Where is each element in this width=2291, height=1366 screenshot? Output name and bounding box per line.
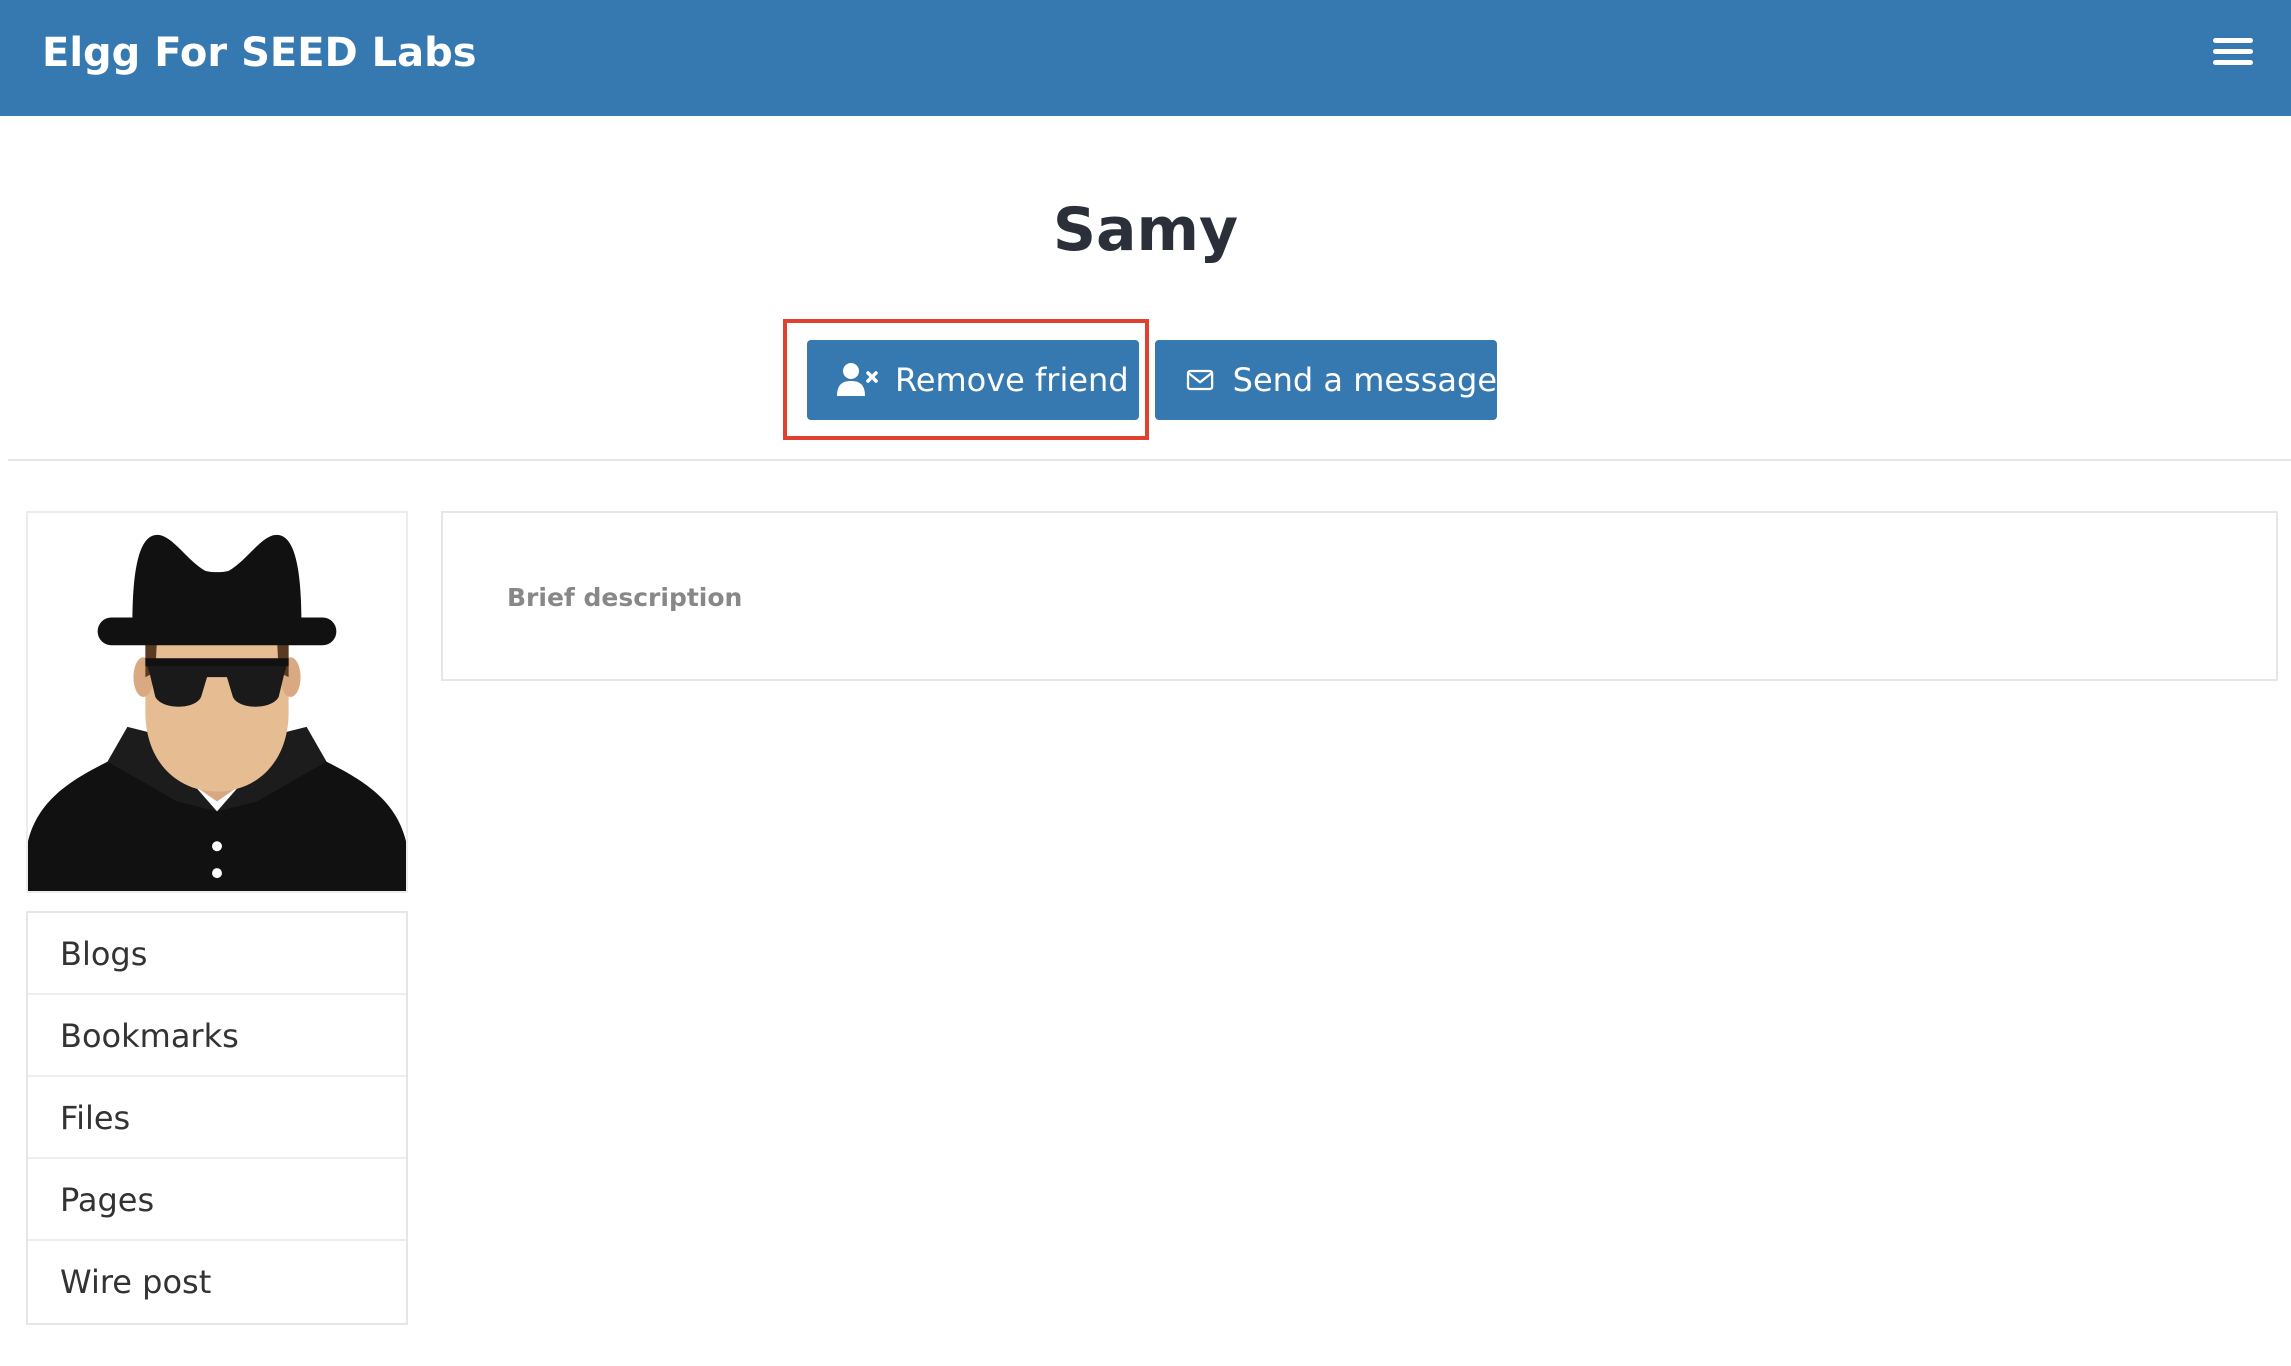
sidebar-item-blogs[interactable]: Blogs xyxy=(28,913,406,995)
profile-avatar[interactable] xyxy=(26,511,408,893)
remove-friend-label: Remove friend xyxy=(895,361,1129,399)
spy-avatar-icon xyxy=(28,534,406,891)
site-header: Elgg For SEED Labs xyxy=(0,0,2291,116)
send-message-button[interactable]: Send a message xyxy=(1155,340,1497,420)
profile-name: Samy xyxy=(1052,195,1239,265)
sidebar-item-files[interactable]: Files xyxy=(28,1077,406,1159)
user-remove-icon xyxy=(837,363,878,396)
send-message-label: Send a message xyxy=(1232,361,1497,399)
sidebar-item-pages[interactable]: Pages xyxy=(28,1159,406,1241)
hamburger-menu-icon[interactable] xyxy=(2213,34,2257,70)
profile-sidebar-menu: Blogs Bookmarks Files Pages Wire post xyxy=(26,911,408,1325)
envelope-icon xyxy=(1186,369,1214,391)
brief-description-label: Brief description xyxy=(507,583,743,612)
site-title[interactable]: Elgg For SEED Labs xyxy=(42,26,477,80)
profile-details-panel: Brief description xyxy=(441,511,2278,681)
sidebar-item-bookmarks[interactable]: Bookmarks xyxy=(28,995,406,1077)
header-divider xyxy=(8,459,2291,461)
sidebar-item-wire-post[interactable]: Wire post xyxy=(28,1241,406,1323)
remove-friend-button[interactable]: Remove friend xyxy=(807,340,1139,420)
